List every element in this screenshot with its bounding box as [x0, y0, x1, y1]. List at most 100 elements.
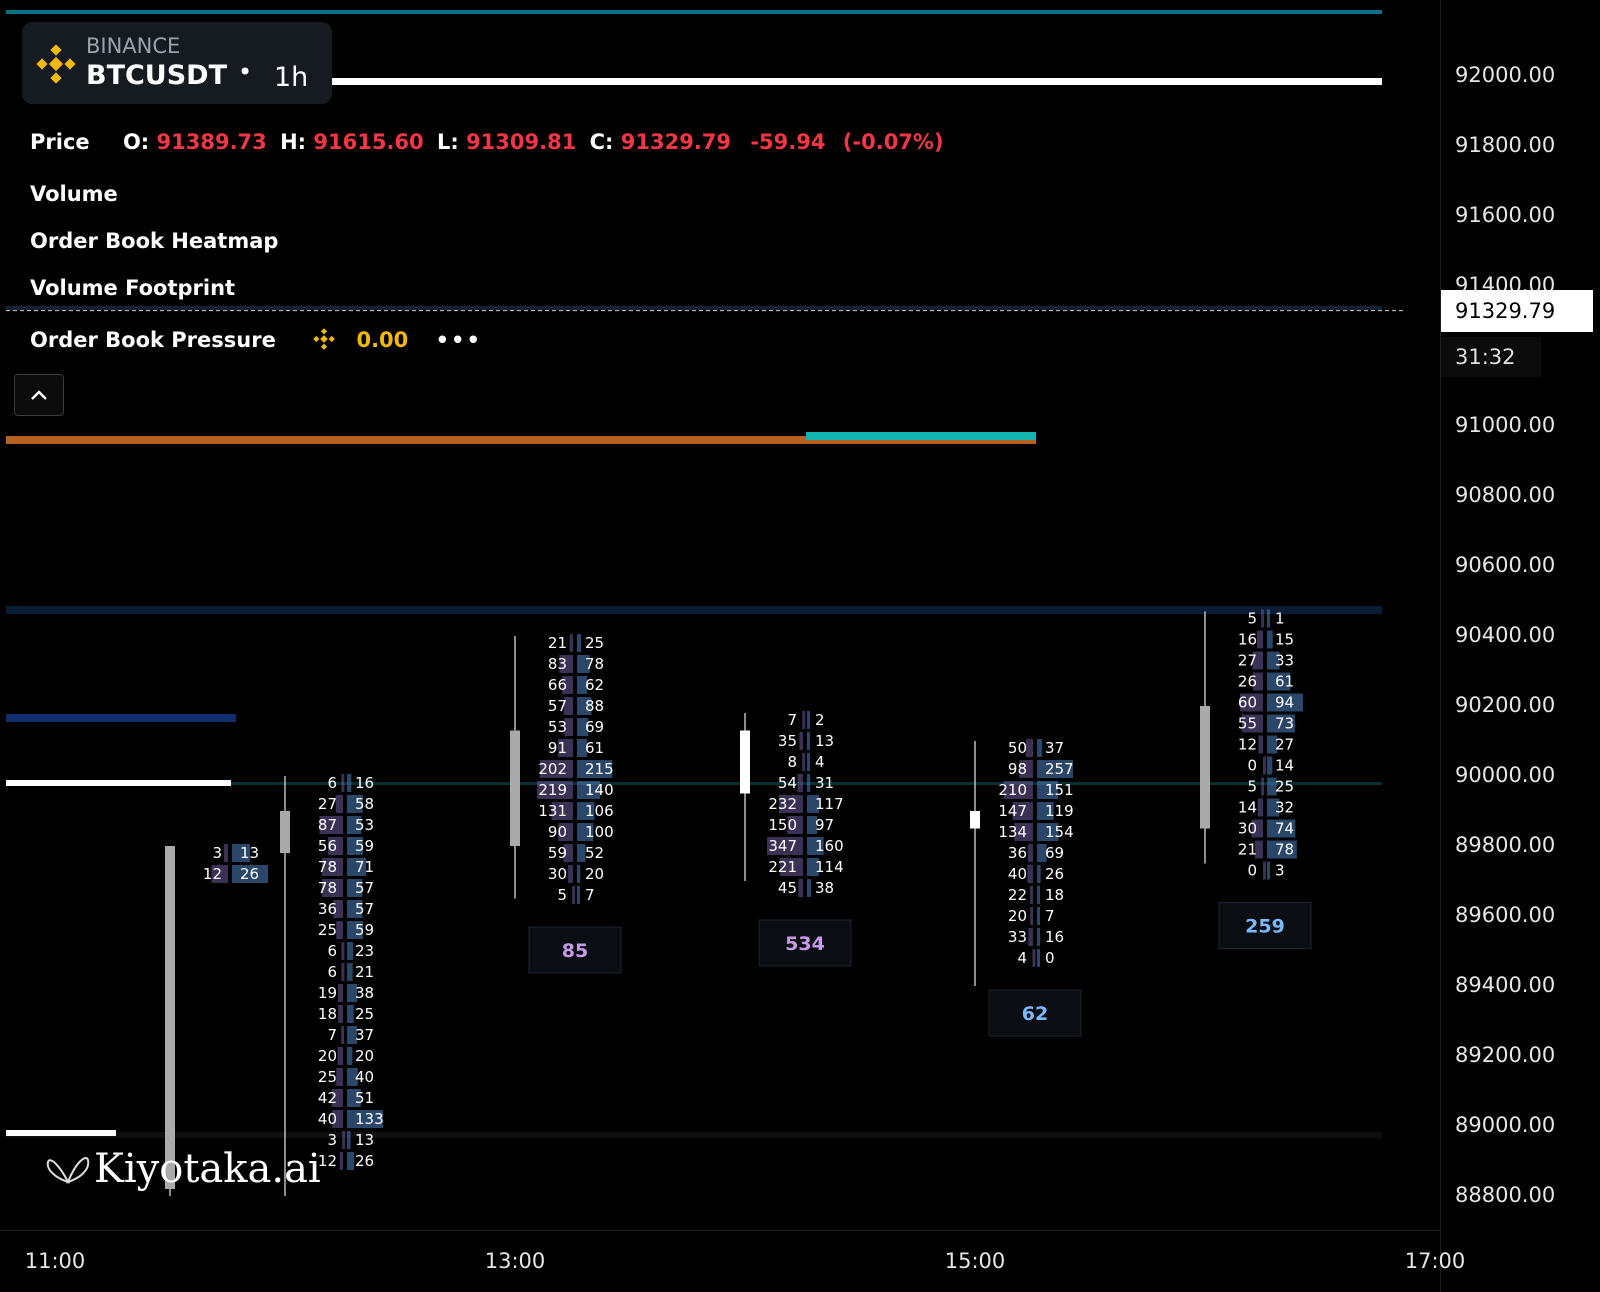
footprint-buy-value: 94 — [1275, 694, 1294, 712]
footprint-buy-value: 4 — [815, 753, 825, 771]
footprint-buy-bar — [1267, 756, 1273, 775]
footprint-sell-bar — [1029, 886, 1033, 904]
footprint-buy-value: 38 — [815, 879, 834, 897]
footprint-buy-bar — [1037, 928, 1040, 946]
more-options-icon[interactable]: ••• — [436, 328, 482, 352]
footprint-sell-value: 8 — [787, 753, 797, 771]
footprint-sell-bar — [338, 1005, 343, 1023]
footprint-buy-value: 13 — [240, 844, 259, 862]
footprint-buy-bar — [1037, 949, 1040, 967]
footprint-buy-bar — [347, 1131, 351, 1149]
footprint-buy-value: 20 — [355, 1047, 374, 1065]
footprint-buy-bar — [347, 1152, 355, 1170]
heatmap-band — [6, 306, 1382, 310]
footprint-sell-bar — [799, 732, 803, 750]
footprint-sell-bar — [802, 753, 806, 771]
time-axis-tick: 11:00 — [24, 1249, 86, 1273]
footprint-sell-value: 53 — [548, 718, 567, 736]
footprint-sell-bar — [1025, 739, 1033, 757]
footprint-buy-value: 27 — [1275, 736, 1294, 754]
footprint-sell-bar — [1263, 756, 1266, 775]
footprint-buy-bar — [347, 774, 352, 792]
footprint-buy-value: 31 — [815, 774, 834, 792]
footprint-sell-value: 20 — [1008, 907, 1027, 925]
butterfly-logo-icon — [46, 1157, 90, 1184]
legend-order-book-heatmap[interactable]: Order Book Heatmap — [30, 229, 278, 253]
footprint-buy-value: 23 — [355, 942, 374, 960]
footprint-buy-value: 78 — [585, 655, 604, 673]
footprint-sell-value: 36 — [1008, 844, 1027, 862]
footprint-sell-value: 21 — [548, 634, 567, 652]
footprint-sell-value: 26 — [1238, 673, 1257, 691]
footprint-sell-bar — [802, 711, 806, 729]
interval-selector[interactable]: 1h — [274, 62, 308, 93]
footprint-sell-bar — [1263, 861, 1266, 880]
price-axis-tick: 90400.00 — [1455, 623, 1556, 647]
footprint-sell-value: 12 — [1238, 736, 1257, 754]
candle-countdown: 31:32 — [1441, 336, 1541, 377]
price-axis[interactable]: 92000.00 91800.00 91600.00 91400.00 91000.00… — [1440, 0, 1600, 1292]
footprint-buy-value: 133 — [355, 1110, 384, 1128]
footprint-buy-bar — [577, 865, 581, 883]
footprint-sell-value: 147 — [998, 802, 1027, 820]
ohlc-open: 91389.73 — [156, 130, 267, 154]
footprint-buy-value: 7 — [1045, 907, 1055, 925]
legend-order-book-pressure-row[interactable]: Order Book Pressure 0.00 ••• — [30, 328, 482, 352]
footprint-sell-value: 3 — [212, 844, 222, 862]
footprint-buy-value: 59 — [355, 837, 374, 855]
watermark-text: Kiyotaka.ai — [94, 1146, 321, 1192]
time-axis[interactable]: 11:0013:0015:0017:0019:0021:00 — [0, 1230, 1465, 1292]
footprint-sell-bar — [1258, 735, 1263, 754]
footprint-buy-value: 62 — [585, 676, 604, 694]
footprint-sell-value: 36 — [318, 900, 337, 918]
footprint-buy-value: 2 — [815, 711, 825, 729]
binance-small-icon — [313, 328, 335, 350]
footprint-buy-value: 151 — [1045, 781, 1074, 799]
volume-total-label: 62 — [1022, 1003, 1048, 1025]
footprint-sell-value: 6 — [327, 774, 337, 792]
footprint-sell-value: 27 — [318, 795, 337, 813]
footprint-sell-value: 91 — [548, 739, 567, 757]
footprint-sell-value: 14 — [1238, 799, 1257, 817]
footprint-sell-bar — [1256, 630, 1263, 649]
footprint-sell-value: 25 — [318, 921, 337, 939]
binance-logo-icon — [36, 44, 76, 84]
footprint-sell-value: 42 — [318, 1089, 337, 1107]
footprint-sell-bar — [569, 634, 573, 652]
footprint-sell-value: 347 — [768, 837, 797, 855]
footprint-sell-value: 4 — [1017, 949, 1027, 967]
symbol-name: BTCUSDT — [86, 60, 228, 91]
footprint-buy-value: 140 — [585, 781, 614, 799]
footprint-chart[interactable]: 3 1312 266 1627 5887 5356 5978 7178 5736 5725 596 2… — [6, 6, 1406, 1230]
footprint-sell-value: 7 — [327, 1026, 337, 1044]
legend-volume[interactable]: Volume — [30, 182, 118, 206]
footprint-sell-bar — [1257, 798, 1263, 817]
candle-body — [510, 730, 520, 846]
collapse-legend-button[interactable] — [14, 374, 64, 416]
footprint-buy-bar — [1037, 739, 1043, 757]
footprint-buy-value: 106 — [585, 802, 614, 820]
heatmap-band — [806, 432, 1036, 440]
footprint-buy-value: 61 — [585, 739, 604, 757]
chart-plot-area[interactable]: 3 13 12 26 6 16 27 58 87 53 56 59 78 71 78 57 36 57 25 59 6 2… — [6, 6, 1406, 1230]
footprint-buy-bar — [347, 1005, 354, 1023]
footprint-sell-value: 87 — [318, 816, 337, 834]
footprint-buy-bar — [1267, 609, 1270, 628]
exchange-name: BINANCE — [86, 34, 181, 58]
footprint-sell-bar — [341, 774, 345, 792]
symbol-info-box[interactable]: BINANCE BTCUSDT • 1h — [22, 22, 332, 104]
footprint-sell-value: 22 — [1008, 886, 1027, 904]
ohlc-high: 91615.60 — [313, 130, 424, 154]
ohlc-close: 91329.79 — [620, 130, 732, 154]
footprint-sell-value: 131 — [538, 802, 567, 820]
volume-total-label: 85 — [562, 940, 588, 962]
footprint-sell-bar — [1030, 907, 1034, 925]
footprint-buy-value: 21 — [355, 963, 374, 981]
footprint-buy-bar — [1267, 861, 1270, 880]
footprint-buy-value: 7 — [585, 886, 595, 904]
legend-volume-footprint[interactable]: Volume Footprint — [30, 276, 235, 300]
footprint-sell-value: 45 — [778, 879, 797, 897]
footprint-buy-value: 18 — [1045, 886, 1064, 904]
footprint-buy-value: 114 — [815, 858, 844, 876]
legend-price-row[interactable]: Price O: 91389.73 H: 91615.60 L: 91309.8… — [30, 130, 944, 154]
